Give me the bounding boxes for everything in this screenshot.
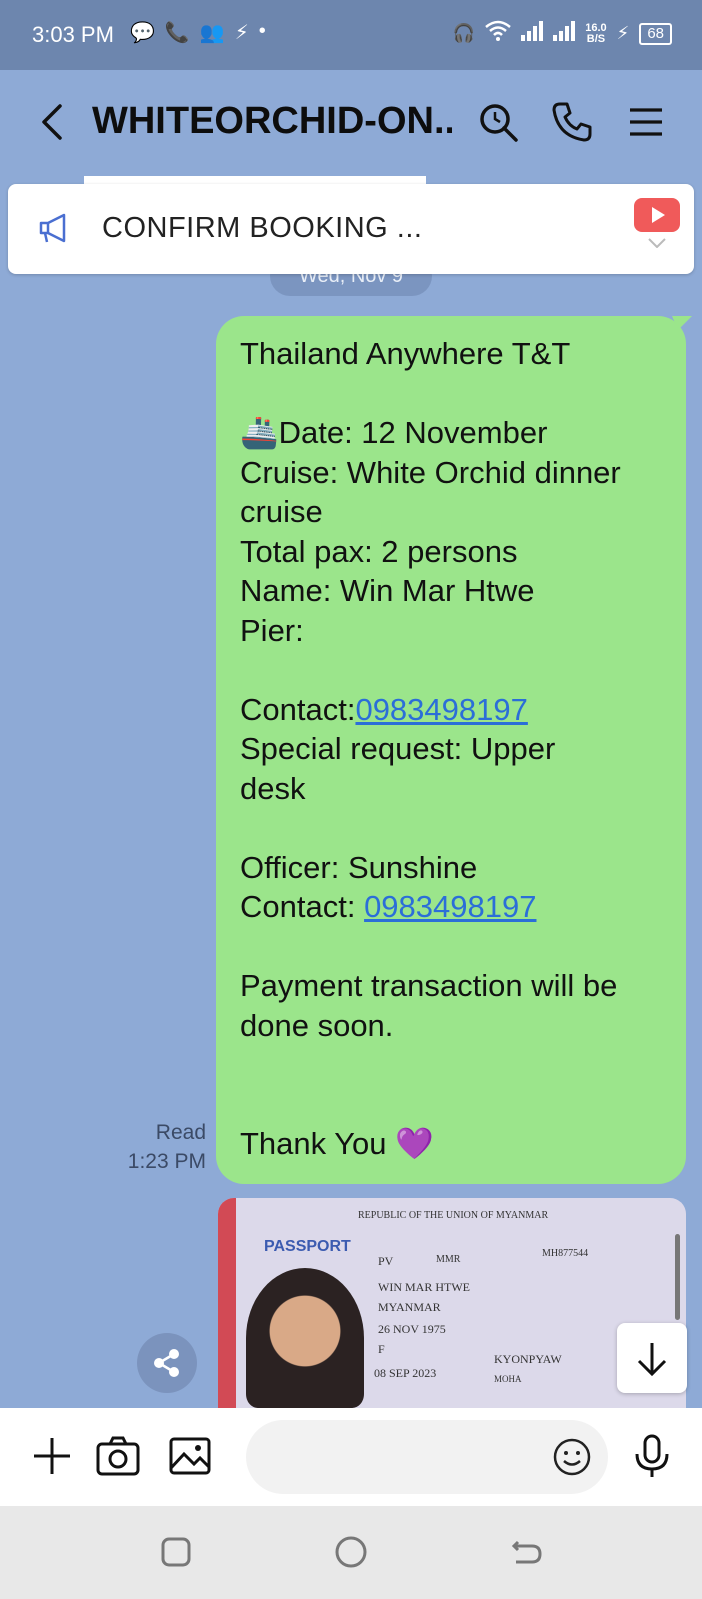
headphones-icon: 🎧 <box>452 23 476 43</box>
message-line: desk <box>240 770 306 806</box>
message-input-bar <box>0 1408 702 1506</box>
message-line: Special request: Upper <box>240 731 556 766</box>
people-notification-icon: 👥 <box>199 22 225 44</box>
menu-icon[interactable] <box>624 100 668 144</box>
phone-call-icon[interactable] <box>550 100 594 144</box>
more-notifications-dot-icon: • <box>258 20 266 42</box>
image-scrollbar[interactable] <box>675 1234 680 1320</box>
charging-icon: ⚡ <box>616 23 630 43</box>
announcement-banner[interactable]: CONFIRM BOOKING ... <box>8 184 694 274</box>
back-nav-icon[interactable] <box>506 1532 546 1572</box>
message-line <box>240 1045 662 1085</box>
passport-place-of-birth: KYONPYAW <box>494 1352 562 1366</box>
passport-photo <box>246 1268 364 1408</box>
message-line: Thailand Anywhere T&T <box>240 336 571 371</box>
bubble-tail <box>672 316 692 330</box>
system-icons: 🎧 16.0 B/S ⚡ 68 <box>453 20 672 47</box>
read-status: Read <box>155 1121 206 1144</box>
message-line <box>240 808 662 848</box>
passport-edge <box>218 1198 236 1408</box>
message-line: Thank You 💜 <box>240 1126 434 1161</box>
passport-label: PASSPORT <box>264 1238 351 1255</box>
arrow-down-icon <box>637 1343 667 1377</box>
microphone-icon[interactable] <box>628 1432 676 1480</box>
message-input[interactable] <box>270 1438 530 1476</box>
message-field[interactable] <box>246 1420 608 1494</box>
share-button[interactable] <box>137 1333 197 1393</box>
gallery-image-icon[interactable] <box>166 1432 214 1480</box>
passport-header: REPUBLIC OF THE UNION OF MYANMAR <box>358 1210 549 1221</box>
recent-apps-icon[interactable] <box>156 1532 196 1572</box>
status-time: 3:03 PM <box>32 22 114 47</box>
officer-phone-link[interactable]: 0983498197 <box>364 889 536 924</box>
passport-type: PV <box>378 1254 394 1268</box>
passport-authority: MOHA <box>494 1374 522 1384</box>
scroll-to-bottom-button[interactable] <box>617 1323 687 1393</box>
message-line <box>240 927 662 967</box>
home-icon[interactable] <box>331 1532 371 1572</box>
message-line <box>240 650 662 690</box>
chevron-down-icon[interactable] <box>648 238 666 248</box>
passport-dob: 26 NOV 1975 <box>378 1322 446 1336</box>
viber-notification-icon: 📞 <box>164 22 190 44</box>
battery-indicator: 68 <box>639 22 672 45</box>
message-bubble[interactable]: Thailand Anywhere T&T 🚢Date: 12 November… <box>216 316 692 1184</box>
message-line: 🚢Date: 12 November <box>240 415 548 450</box>
message-line: Name: Win Mar Htwe <box>240 573 535 608</box>
passport-issue-date: 08 SEP 2023 <box>374 1366 437 1380</box>
plus-icon[interactable] <box>28 1432 76 1480</box>
message-line-contact: Contact:0983498197 <box>240 690 662 730</box>
back-arrow-icon[interactable] <box>36 100 70 144</box>
message-line: Total pax: 2 persons <box>240 533 518 569</box>
message-line: Payment transaction will be <box>240 968 618 1003</box>
passport-name: WIN MAR HTWE <box>378 1280 470 1294</box>
message-line: Pier: <box>240 612 304 648</box>
notification-icons: 💬 📞 👥 ⚡ • <box>130 20 266 45</box>
status-bar: 3:03 PM 💬 📞 👥 ⚡ • 🎧 16.0 B/S ⚡ 68 <box>0 0 702 70</box>
messenger-notification-icon: ⚡ <box>234 22 249 44</box>
passport-country-code: MMR <box>436 1254 461 1265</box>
share-icon <box>154 1349 179 1377</box>
chat-header: WHITEORCHID-ON... <box>0 70 702 180</box>
message-line <box>240 374 662 414</box>
passport-image-message[interactable]: REPUBLIC OF THE UNION OF MYANMAR PASSPOR… <box>218 1198 686 1408</box>
read-receipt: Read 1:23 PM <box>110 1118 206 1176</box>
message-time: 1:23 PM <box>127 1150 206 1173</box>
network-speed: 16.0 B/S <box>585 21 607 45</box>
officer-contact-label: Contact: <box>240 889 365 924</box>
message-line: Officer: Sunshine <box>240 849 478 885</box>
video-play-icon[interactable] <box>634 198 680 232</box>
signal-2-icon <box>553 21 576 46</box>
contact-label: Contact: <box>240 691 356 727</box>
search-icon[interactable] <box>476 100 520 144</box>
emoji-icon[interactable] <box>552 1437 592 1477</box>
network-speed-unit: B/S <box>586 32 606 45</box>
passport-number: MH877544 <box>542 1248 589 1259</box>
passport-nationality: MYANMAR <box>378 1300 441 1314</box>
signal-1-icon <box>521 21 544 46</box>
message-line: Cruise: White Orchid dinner <box>240 454 621 490</box>
message-line: done soon. <box>240 1007 394 1043</box>
megaphone-icon <box>39 213 66 243</box>
contact-phone-link[interactable]: 0983498197 <box>355 692 527 727</box>
network-speed-value: 16.0 <box>585 21 607 34</box>
chat-title[interactable]: WHITEORCHID-ON... <box>92 100 452 143</box>
announcement-text: CONFIRM BOOKING ... <box>102 212 423 244</box>
message-line-officer-contact: Contact: 0983498197 <box>240 887 662 927</box>
passport-sex: F <box>378 1342 385 1356</box>
camera-icon[interactable] <box>94 1432 142 1480</box>
chat-notification-icon: 💬 <box>130 22 155 44</box>
message-line <box>240 1085 662 1125</box>
message-line: cruise <box>240 494 323 529</box>
wifi-icon <box>485 20 512 47</box>
system-navigation-bar <box>0 1506 702 1599</box>
